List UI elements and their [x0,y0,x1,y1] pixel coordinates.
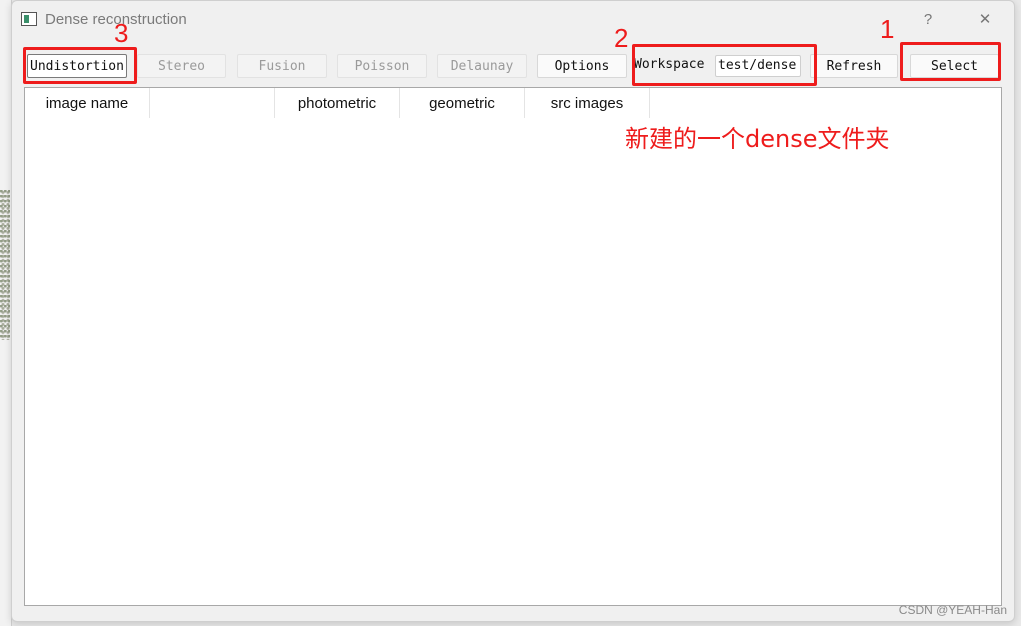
column-image-name[interactable]: image name [25,88,150,118]
callout-1: 1 [880,14,895,44]
callout-3: 3 [114,18,129,48]
poisson-button[interactable]: Poisson [337,54,427,78]
background-point-cloud [0,190,10,340]
app-icon [21,12,37,26]
callout-2: 2 [614,23,629,53]
dense-reconstruction-window: Dense reconstruction ? ✕ Undistortion St… [11,0,1015,622]
annotation-note: 新建的一个dense文件夹 [625,125,890,153]
images-table[interactable]: image name photometric geometric src ima… [24,87,1002,606]
delaunay-button[interactable]: Delaunay [437,54,527,78]
highlight-workspace [632,44,817,86]
column-geometric[interactable]: geometric [400,88,525,118]
fusion-button[interactable]: Fusion [237,54,327,78]
options-button[interactable]: Options [537,54,627,78]
refresh-button[interactable]: Refresh [810,54,898,78]
title-bar[interactable]: Dense reconstruction ? ✕ [12,1,1014,39]
table-header: image name photometric geometric src ima… [25,88,1001,118]
column-src-images[interactable]: src images [525,88,650,118]
stereo-button[interactable]: Stereo [137,54,226,78]
help-button[interactable]: ? [916,9,940,31]
highlight-undistortion [23,47,137,84]
column-blank[interactable] [150,88,275,118]
close-icon[interactable]: ✕ [973,9,997,31]
highlight-select [900,42,1001,81]
column-photometric[interactable]: photometric [275,88,400,118]
watermark: CSDN @YEAH-Han [898,603,1007,617]
